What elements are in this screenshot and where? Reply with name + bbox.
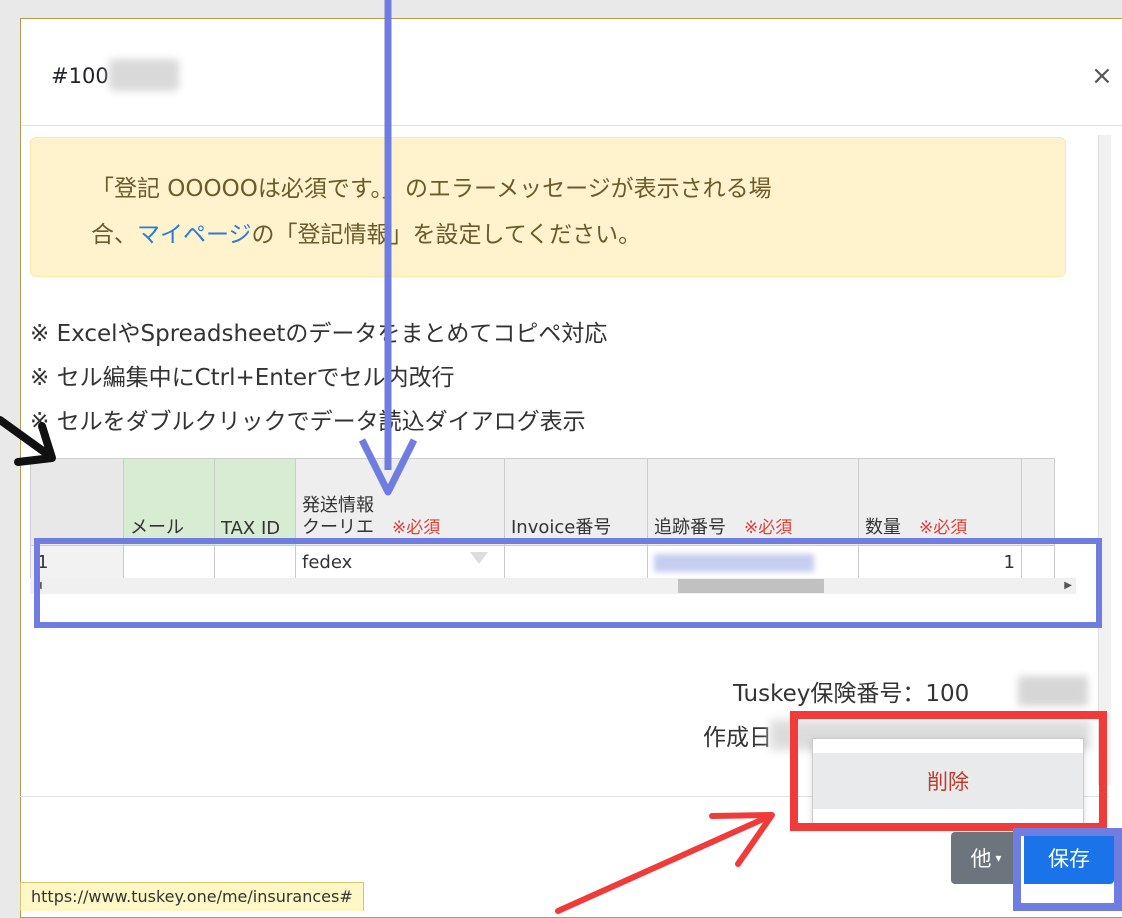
annotation-arrows (0, 0, 775, 914)
